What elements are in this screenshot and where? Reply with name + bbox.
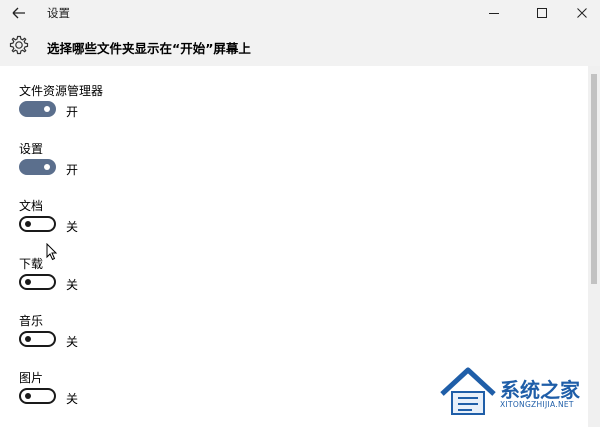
file-explorer-toggle[interactable] <box>19 101 56 117</box>
maximize-button[interactable] <box>524 0 560 26</box>
gear-icon <box>9 35 29 55</box>
maximize-icon <box>537 8 547 18</box>
toggle-state-label: 关 <box>66 392 79 406</box>
toggle-state-label: 关 <box>66 278 79 292</box>
title-bar: 设置 <box>0 0 600 26</box>
downloads-toggle[interactable] <box>19 274 56 290</box>
watermark-url: XITONGZHIJIA.NET <box>500 400 574 409</box>
page-title: 选择哪些文件夹显示在“开始”屏幕上 <box>47 41 251 56</box>
toggle-state-label: 开 <box>66 163 79 177</box>
folder-label: 文档 <box>19 199 44 213</box>
watermark: 系统之家 XITONGZHIJIA.NET <box>438 362 598 422</box>
arrow-left-icon <box>12 7 25 19</box>
close-button[interactable] <box>564 0 600 26</box>
page-header: 选择哪些文件夹显示在“开始”屏幕上 <box>0 26 600 66</box>
folder-label: 图片 <box>19 371 44 385</box>
minimize-button[interactable] <box>476 0 512 26</box>
window-title: 设置 <box>47 6 70 20</box>
toggle-state-label: 开 <box>66 105 79 119</box>
pictures-toggle[interactable] <box>19 388 56 404</box>
watermark-brand: 系统之家 <box>500 378 580 402</box>
documents-toggle[interactable] <box>19 216 56 232</box>
house-logo-icon <box>440 367 496 415</box>
back-button[interactable] <box>8 3 30 23</box>
folder-label: 音乐 <box>19 314 44 328</box>
close-icon <box>577 8 587 18</box>
settings-toggle[interactable] <box>19 159 56 175</box>
toggle-state-label: 关 <box>66 335 79 349</box>
folder-label: 设置 <box>19 142 44 156</box>
folder-label: 下载 <box>19 257 44 271</box>
mouse-cursor-icon <box>46 243 58 261</box>
minimize-icon <box>489 13 499 14</box>
folder-label: 文件资源管理器 <box>19 84 104 98</box>
toggle-state-label: 关 <box>66 220 79 234</box>
music-toggle[interactable] <box>19 331 56 347</box>
scrollbar-thumb[interactable] <box>591 74 597 284</box>
